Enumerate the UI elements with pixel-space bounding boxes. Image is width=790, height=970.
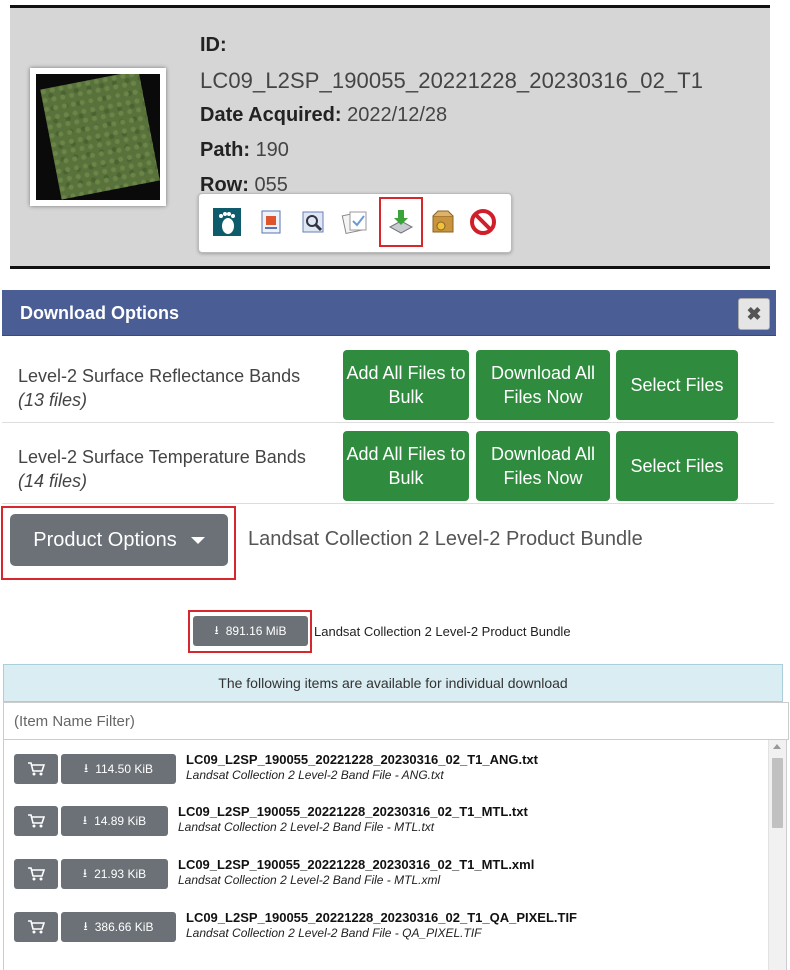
select-files-button[interactable]: Select Files [616, 431, 738, 501]
add-all-to-bulk-button[interactable]: Add All Files to Bulk [343, 350, 469, 420]
download-icon: ⭳ [82, 865, 88, 880]
path-value: 190 [255, 139, 289, 161]
item-name-filter-input[interactable] [3, 702, 789, 740]
file-download-button[interactable]: ⭳ 21.93 KiB [61, 859, 168, 889]
file-size: 14.89 KiB [94, 814, 147, 828]
add-to-cart-button[interactable] [14, 859, 58, 889]
footprint-icon[interactable] [211, 206, 243, 238]
file-row: ⭳ 386.66 KiB LC09_L2SP_190055_20221228_20… [4, 898, 768, 950]
band-row-surface-temperature: Level-2 Surface Temperature Bands (14 fi… [2, 423, 774, 504]
file-size: 21.93 KiB [94, 867, 147, 881]
order-icon[interactable] [427, 206, 459, 238]
scene-metadata: ID: LC09_L2SP_190055_20221228_20230316_0… [200, 28, 703, 203]
date-label: Date Acquired: [200, 104, 342, 126]
file-description: Landsat Collection 2 Level-2 Band File -… [178, 820, 435, 834]
band-label: Level-2 Surface Temperature Bands [18, 447, 306, 467]
scene-id: LC09_L2SP_190055_20221228_20230316_02_T1 [200, 68, 704, 93]
download-icon: ⭳ [214, 622, 219, 637]
file-list-scrollbar[interactable] [768, 740, 786, 970]
add-to-cart-button[interactable] [14, 806, 58, 836]
download-icon: ⭳ [82, 812, 88, 827]
download-all-now-button[interactable]: Download All Files Now [476, 350, 610, 420]
file-download-button[interactable]: ⭳ 114.50 KiB [61, 754, 176, 784]
close-button[interactable]: ✖ [738, 298, 770, 330]
path-label: Path: [200, 139, 250, 161]
date-value: 2022/12/28 [347, 104, 448, 126]
metadata-icon[interactable] [255, 206, 287, 238]
scene-card: ID: LC09_L2SP_190055_20221228_20230316_0… [10, 5, 770, 269]
product-options-dropdown[interactable]: Product Options [10, 514, 228, 566]
individual-files-list[interactable]: ⭳ 114.50 KiB LC09_L2SP_190055_20221228_20… [3, 740, 787, 970]
browse-overlay-icon[interactable] [297, 206, 329, 238]
band-file-count: (13 files) [18, 390, 88, 410]
file-name: LC09_L2SP_190055_20221228_20230316_02_T1… [178, 804, 528, 819]
band-label: Level-2 Surface Reflectance Bands [18, 366, 301, 386]
file-description: Landsat Collection 2 Level-2 Band File -… [186, 926, 482, 940]
cart-icon [28, 867, 45, 881]
exclude-icon[interactable] [467, 206, 499, 238]
file-row: ⭳ 14.89 KiB LC09_L2SP_190055_20221228_202… [4, 792, 768, 844]
available-items-banner: The following items are available for in… [3, 664, 783, 702]
id-label: ID: [200, 34, 227, 56]
download-options-title: Download Options [20, 303, 179, 323]
file-download-button[interactable]: ⭳ 14.89 KiB [61, 806, 168, 836]
file-name: LC09_L2SP_190055_20221228_20230316_02_T1… [186, 910, 578, 925]
add-all-to-bulk-button[interactable]: Add All Files to Bulk [343, 431, 469, 501]
bundle-label: Landsat Collection 2 Level-2 Product Bun… [314, 624, 571, 639]
scene-thumbnail[interactable] [30, 68, 166, 206]
add-to-cart-button[interactable] [14, 754, 58, 784]
select-files-button[interactable]: Select Files [616, 350, 738, 420]
file-description: Landsat Collection 2 Level-2 Band File -… [186, 768, 444, 782]
download-tool-highlight [379, 197, 423, 247]
scene-toolbar [198, 193, 512, 253]
scroll-up-arrow-icon[interactable] [773, 744, 781, 749]
caret-down-icon [190, 536, 205, 544]
scroll-thumb[interactable] [772, 758, 783, 828]
cart-icon [28, 814, 45, 828]
download-all-now-button[interactable]: Download All Files Now [476, 431, 610, 501]
file-size: 114.50 KiB [95, 762, 154, 776]
file-name: LC09_L2SP_190055_20221228_20230316_02_T1… [186, 752, 538, 767]
file-download-button[interactable]: ⭳ 386.66 KiB [61, 912, 176, 942]
product-bundle-title: Landsat Collection 2 Level-2 Product Bun… [248, 528, 643, 550]
band-row-surface-reflectance: Level-2 Surface Reflectance Bands (13 fi… [2, 342, 774, 423]
file-row: ⭳ 21.93 KiB LC09_L2SP_190055_20221228_202… [4, 845, 768, 897]
bundle-download-button[interactable]: ⭳ 891.16 MiB [193, 616, 308, 646]
cart-icon [28, 762, 45, 776]
cart-icon [28, 920, 45, 934]
download-icon: ⭳ [83, 760, 89, 775]
bundle-size: 891.16 MiB [225, 624, 287, 638]
download-icon: ⭳ [83, 918, 88, 933]
product-options-label: Product Options [33, 528, 177, 551]
file-name: LC09_L2SP_190055_20221228_20230316_02_T1… [178, 857, 535, 872]
compare-icon[interactable] [339, 206, 371, 238]
download-options-header: Download Options ✖ [2, 290, 776, 336]
band-file-count: (14 files) [18, 471, 88, 491]
add-to-cart-button[interactable] [14, 912, 58, 942]
file-description: Landsat Collection 2 Level-2 Band File -… [178, 873, 441, 887]
file-size: 386.66 KiB [94, 920, 154, 934]
file-row: ⭳ 114.50 KiB LC09_L2SP_190055_20221228_20… [4, 740, 768, 792]
